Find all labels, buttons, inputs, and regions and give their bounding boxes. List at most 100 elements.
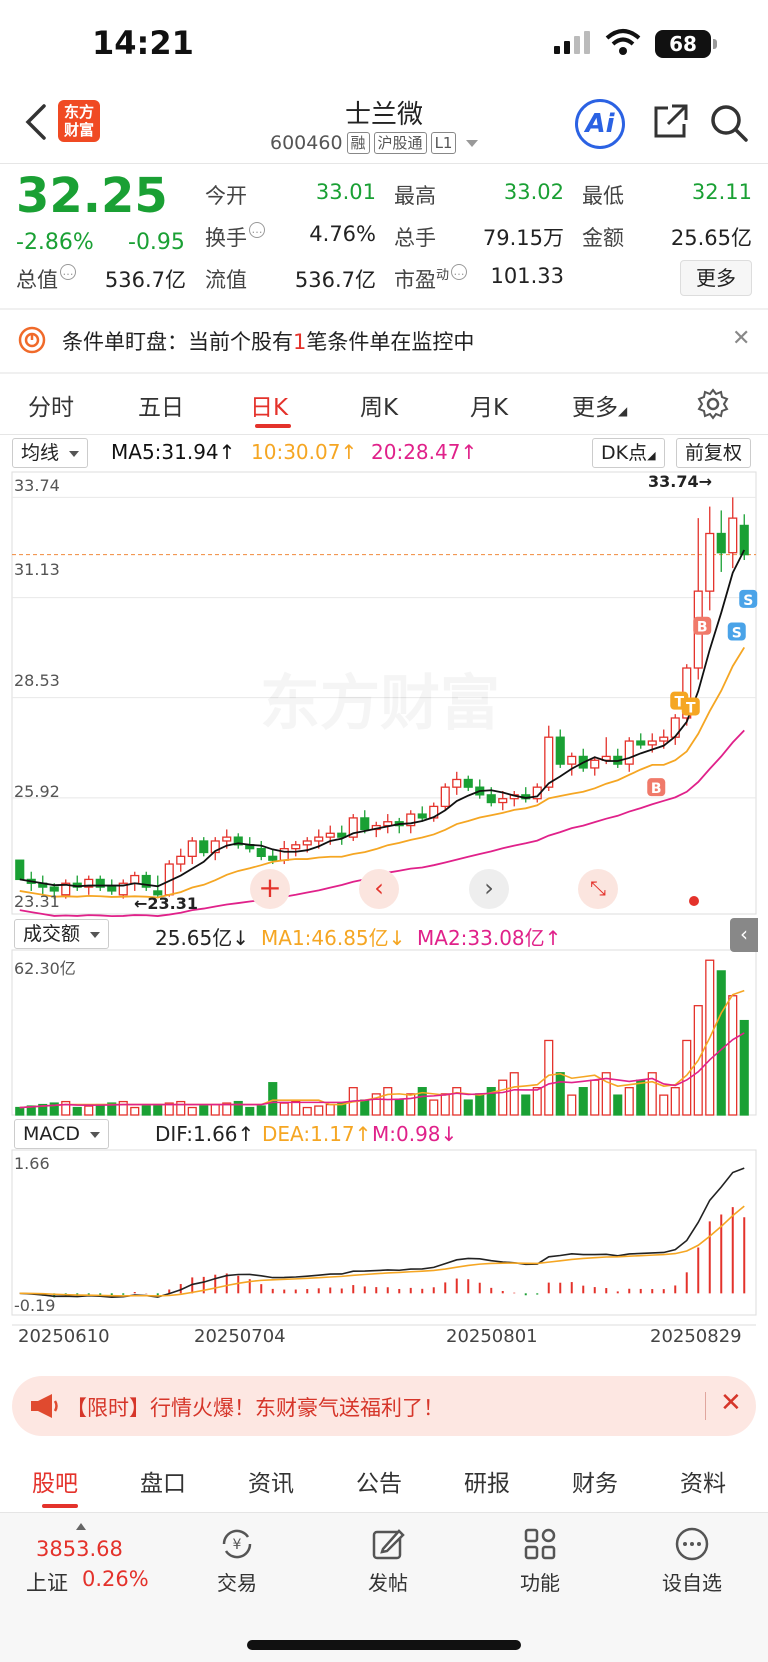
y-tick-label: 28.53 [14, 671, 60, 690]
add-watchlist-label: 设自选 [662, 1571, 722, 1595]
candle-body [463, 778, 473, 788]
candle-body [15, 859, 25, 881]
volume-ma2-label: MA2:33.08亿↑ [417, 926, 562, 950]
post-button[interactable]: 发帖 [343, 1527, 433, 1596]
candle-body [325, 832, 335, 838]
candle-body [498, 798, 508, 804]
collapse-panel-icon[interactable]: ‹ [730, 918, 758, 952]
more-dots-icon [675, 1527, 709, 1561]
add-watchlist-button[interactable]: 设自选 [647, 1527, 737, 1596]
volume-bar [383, 1087, 393, 1116]
candle-body [314, 836, 324, 842]
stock-info-tabs: 股吧 盘口 资讯 公告 研报 财务 资料 [0, 1450, 768, 1510]
x-date-label: 20250801 [446, 1326, 538, 1347]
volume-bar [325, 1103, 335, 1116]
volume-bar [72, 1106, 82, 1116]
crosshair-icon[interactable]: + [250, 869, 290, 909]
macd-y-tick: 1.66 [14, 1154, 50, 1173]
volume-bar [233, 1100, 243, 1116]
functions-label: 功能 [520, 1571, 560, 1595]
index-percent[interactable]: 0.26% [82, 1567, 149, 1591]
volume-bar [670, 1087, 680, 1116]
volume-bar [118, 1100, 128, 1116]
functions-button[interactable]: 功能 [495, 1527, 585, 1596]
svg-text:¥: ¥ [233, 1537, 242, 1553]
fullscreen-icon[interactable]: ⤡ [578, 869, 618, 909]
tab-guba[interactable]: 股吧 [32, 1464, 78, 1498]
megaphone-icon [31, 1394, 58, 1418]
macd-dif-line [19, 1167, 745, 1298]
promo-banner[interactable]: 【限时】行情火爆！东财豪气送福利了！ ✕ [12, 1376, 756, 1436]
volume-bar [153, 1103, 163, 1116]
candle-body [222, 836, 232, 842]
macd-panel-frame [11, 1149, 757, 1316]
x-date-label: 20250704 [194, 1326, 286, 1347]
candle-body [256, 848, 266, 857]
volume-bar [199, 1105, 209, 1116]
volume-bar [141, 1105, 151, 1116]
volume-bar [291, 1100, 301, 1116]
tab-research[interactable]: 研报 [464, 1464, 510, 1498]
tab-news[interactable]: 资讯 [248, 1464, 294, 1498]
candle-body [624, 740, 634, 765]
chevron-down-icon [90, 931, 101, 938]
candle-body [486, 794, 496, 804]
volume-bar [394, 1099, 404, 1116]
candle-body [728, 517, 738, 554]
volume-bar [279, 1102, 289, 1116]
candle-body [360, 817, 370, 831]
grid-icon [524, 1528, 556, 1560]
scroll-right-icon[interactable]: › [469, 869, 509, 909]
volume-bar [429, 1099, 439, 1116]
edit-icon [372, 1529, 405, 1560]
x-date-label: 20250610 [18, 1326, 110, 1347]
candle-body [440, 786, 450, 808]
macd-m-label: M:0.98↓ [372, 1122, 458, 1146]
tab-announcements[interactable]: 公告 [356, 1464, 402, 1498]
volume-bar [440, 1093, 450, 1116]
candle-body [647, 740, 657, 746]
volume-bar [176, 1100, 186, 1116]
volume-bar [15, 1106, 25, 1116]
live-dot [689, 896, 699, 906]
candle-body [659, 736, 669, 742]
volume-bar [498, 1079, 508, 1116]
volume-bar [567, 1094, 577, 1116]
macd-panel [11, 1149, 757, 1326]
index-value[interactable]: 3853.68 [36, 1537, 123, 1561]
tab-profile[interactable]: 资料 [680, 1464, 726, 1498]
volume-bar [406, 1093, 416, 1116]
candle-body [567, 755, 577, 765]
scroll-left-icon[interactable]: ‹ [359, 869, 399, 909]
volume-bar [210, 1103, 220, 1116]
volume-bar [590, 1079, 600, 1116]
index-name[interactable]: 上证 [26, 1567, 68, 1597]
macd-indicator-select[interactable]: MACD [14, 1119, 109, 1149]
volume-bar [521, 1094, 531, 1116]
volume-bar [268, 1082, 278, 1116]
chevron-down-icon [89, 1131, 100, 1138]
close-icon[interactable]: ✕ [720, 1388, 742, 1418]
candle-body [705, 532, 715, 592]
y-tick-label: 31.13 [14, 560, 60, 579]
macd-dif-label: DIF:1.66↑ [155, 1122, 255, 1146]
trade-button[interactable]: ¥ 交易 [192, 1527, 282, 1596]
candle-body [417, 813, 427, 819]
low-price-label: ←23.31 [134, 894, 199, 913]
expand-up-icon[interactable] [76, 1523, 86, 1530]
trade-icon: ¥ [222, 1529, 252, 1559]
volume-indicator-select[interactable]: 成交额 [14, 919, 110, 949]
candle-body [268, 855, 278, 861]
post-label: 发帖 [368, 1571, 408, 1595]
candle-body [452, 778, 462, 788]
tab-finance[interactable]: 财务 [572, 1464, 618, 1498]
volume-bar [417, 1087, 427, 1116]
candle-body [590, 759, 600, 769]
volume-bar [613, 1094, 623, 1116]
volume-bar [532, 1087, 542, 1116]
trade-label: 交易 [217, 1571, 257, 1595]
volume-bar [130, 1106, 140, 1116]
tab-pankou[interactable]: 盘口 [140, 1464, 186, 1498]
volume-bar [659, 1094, 669, 1116]
divider [705, 1392, 706, 1420]
